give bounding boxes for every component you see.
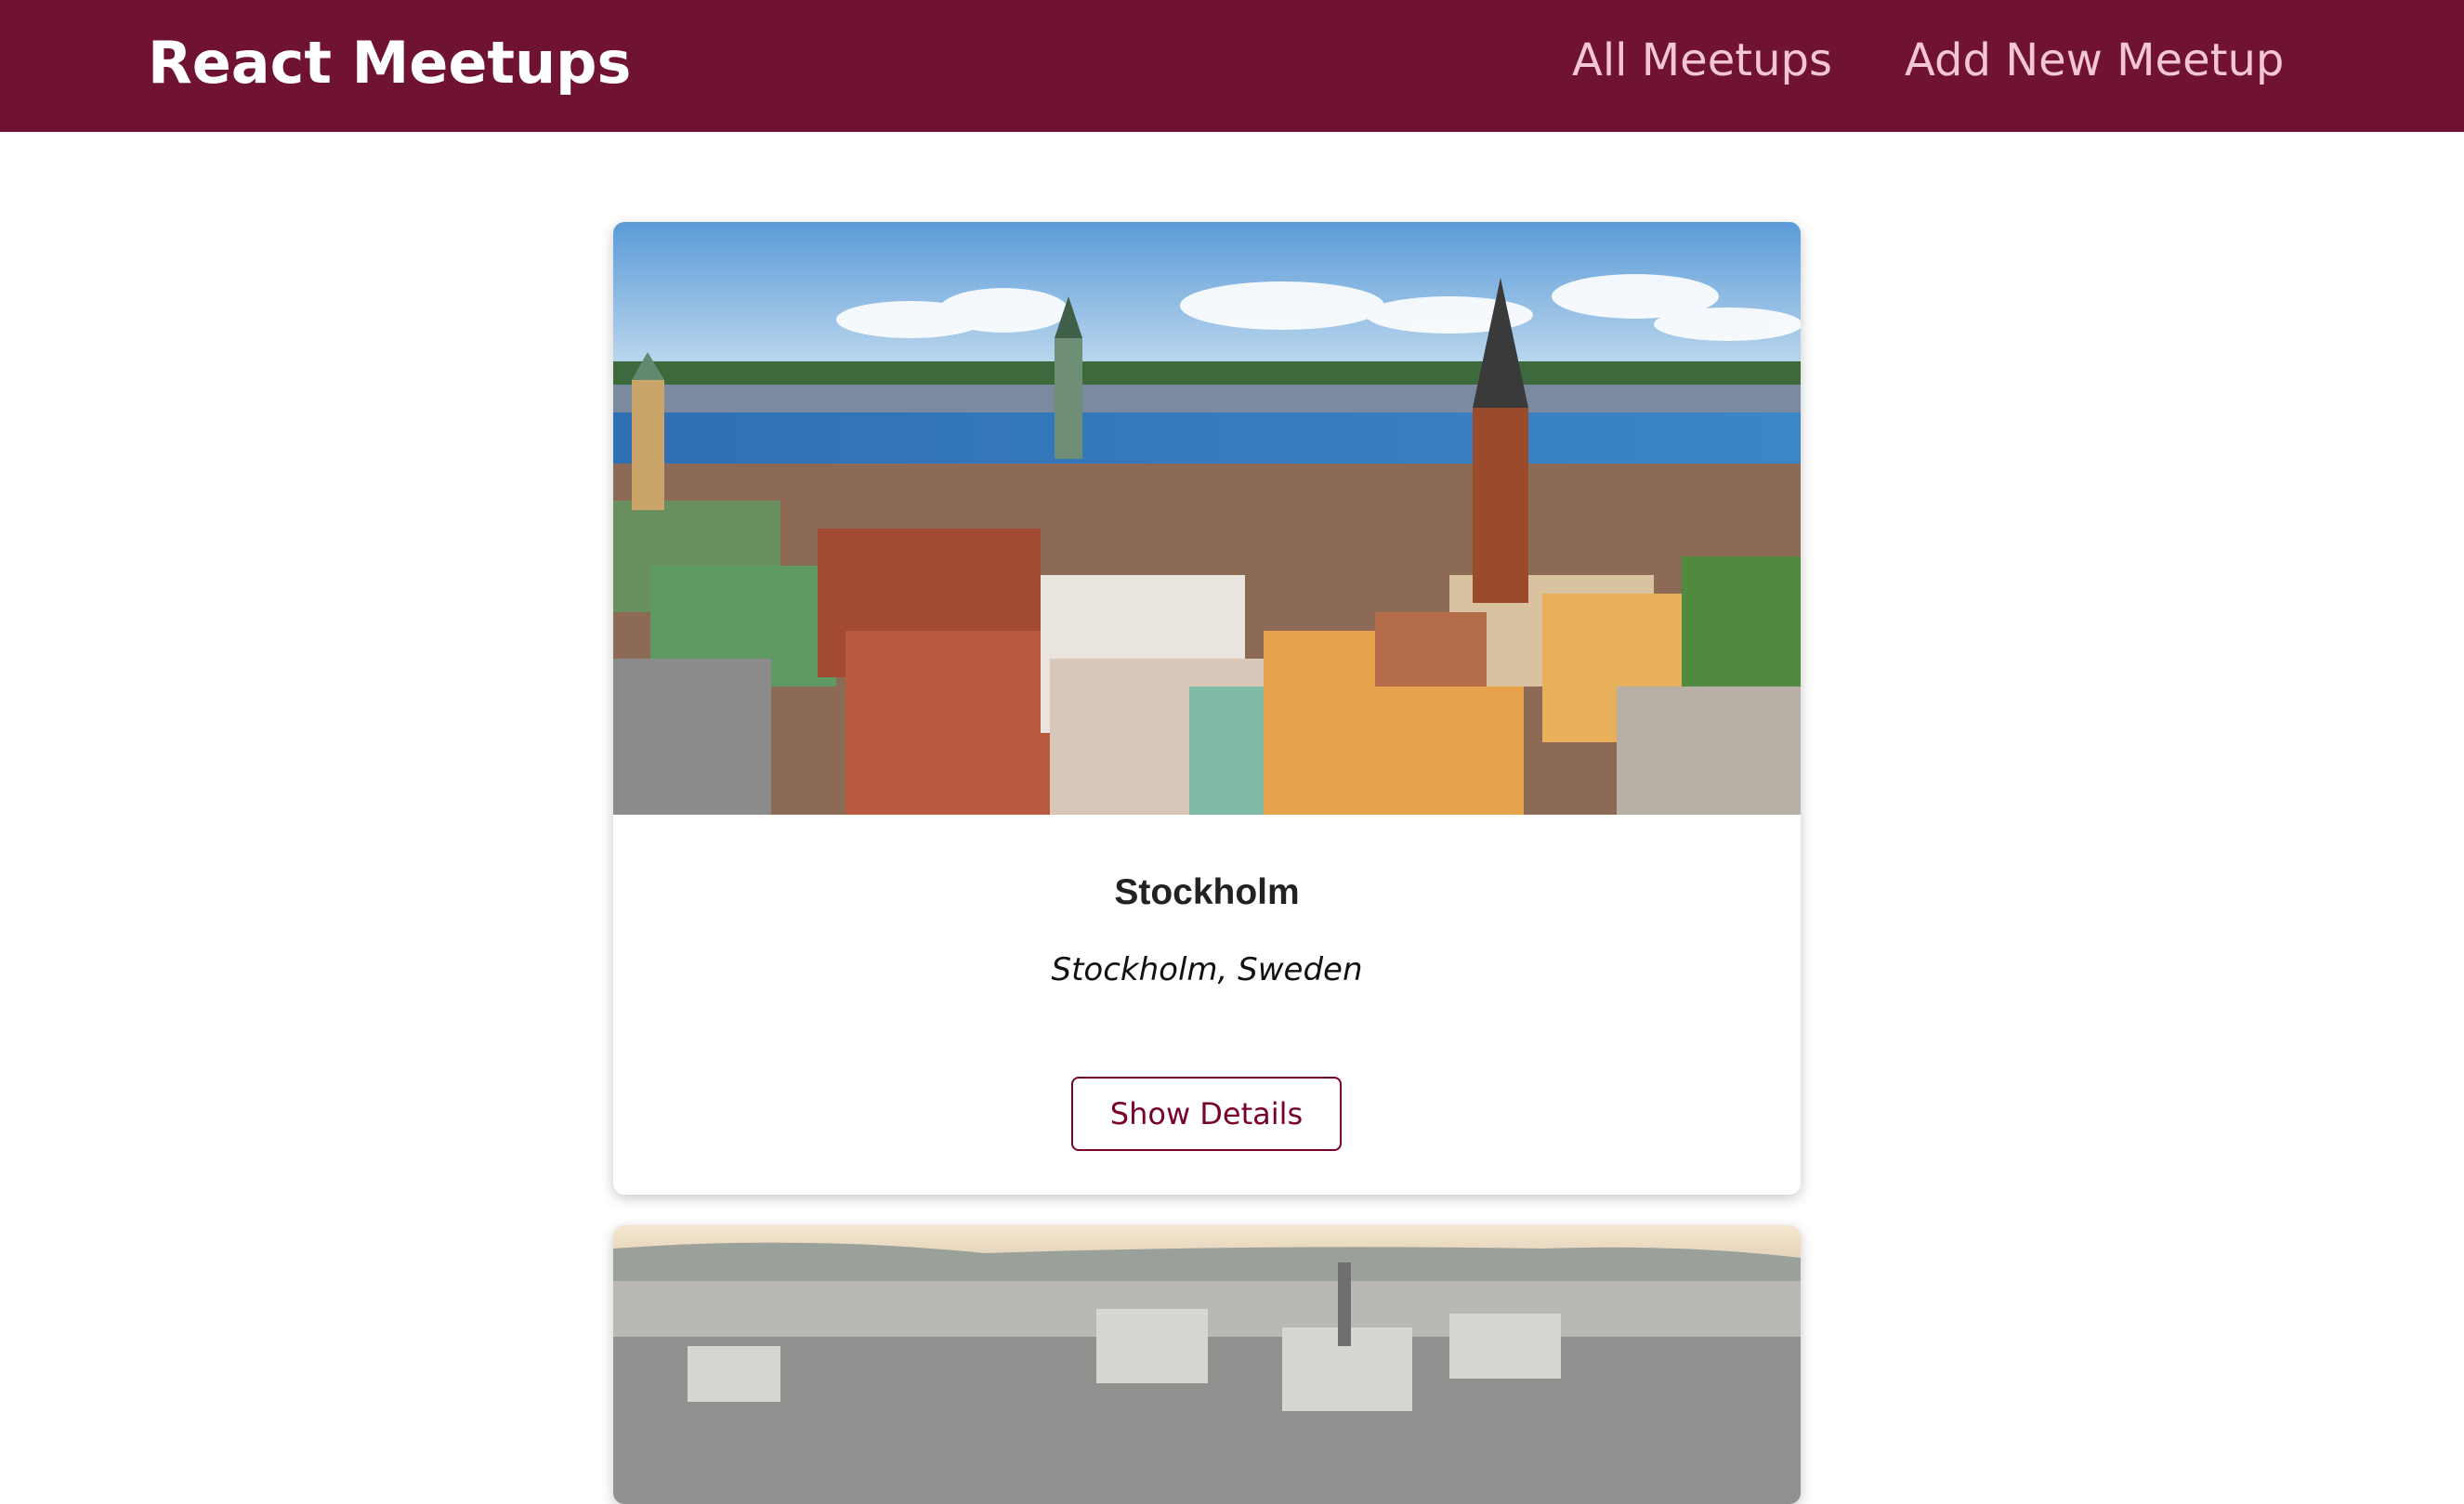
site-logo[interactable]: React Meetups (148, 17, 631, 110)
meetup-card (613, 1225, 1801, 1504)
meetup-address: Stockholm, Sweden (1051, 951, 1363, 988)
show-details-button[interactable]: Show Details (1071, 1077, 1342, 1151)
meetup-image (613, 222, 1801, 815)
meetup-card: Stockholm Stockholm, Sweden Show Details (613, 222, 1801, 1195)
site-header: React Meetups All Meetups Add New Meetup (0, 0, 2464, 132)
meetup-title: Stockholm (1114, 872, 1300, 912)
meetup-image (613, 1225, 1801, 1504)
nav-all-meetups[interactable]: All Meetups (1572, 19, 1832, 102)
nav-add-new-meetup[interactable]: Add New Meetup (1905, 19, 2284, 102)
